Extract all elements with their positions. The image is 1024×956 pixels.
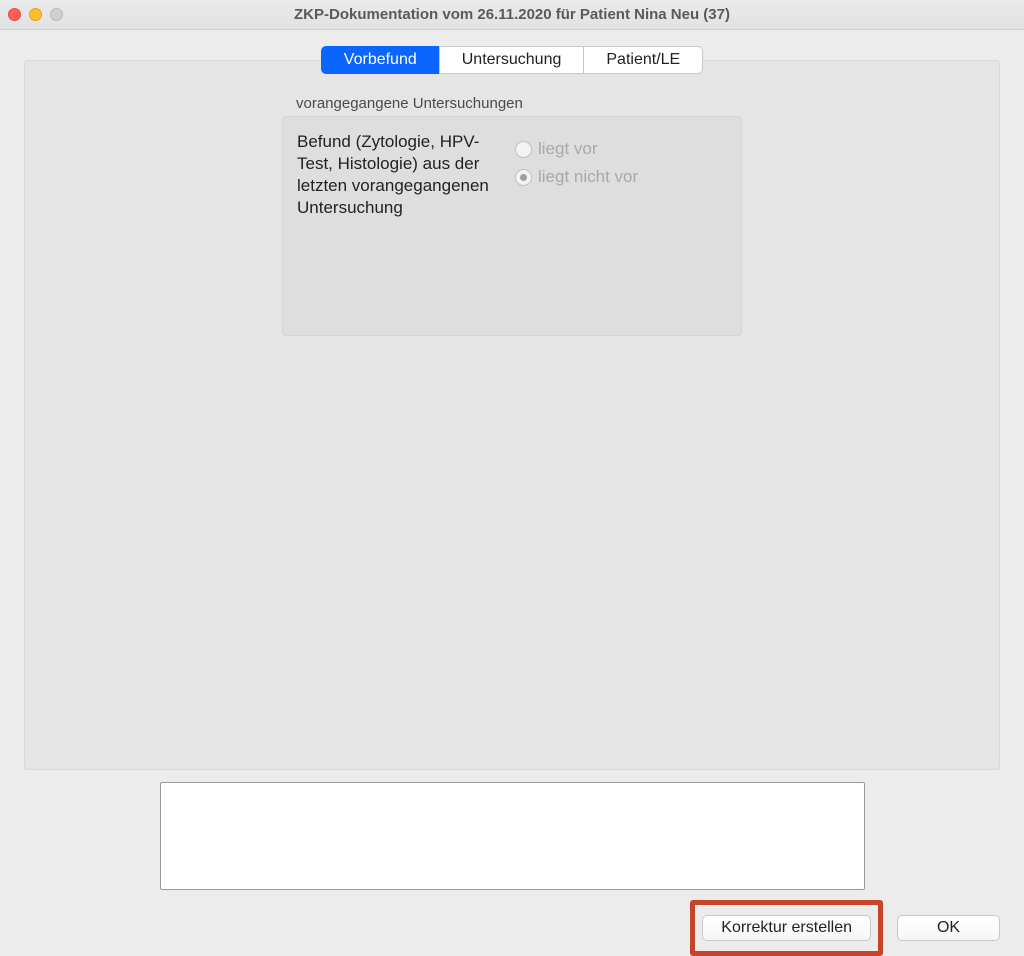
segmented-tabs: Vorbefund Untersuchung Patient/LE	[0, 46, 1024, 74]
form-area: vorangegangene Untersuchungen Befund (Zy…	[282, 91, 742, 336]
radio-liegt-nicht-vor: liegt nicht vor	[515, 163, 727, 191]
tab-untersuchung[interactable]: Untersuchung	[439, 46, 584, 74]
tab-patient-le[interactable]: Patient/LE	[583, 46, 703, 74]
form-label: Befund (Zytologie, HPV-Test, Histologie)…	[297, 131, 507, 321]
window-controls	[8, 8, 63, 21]
radio-label: liegt nicht vor	[538, 167, 638, 187]
note-input[interactable]	[160, 782, 865, 890]
content-panel: vorangegangene Untersuchungen Befund (Zy…	[24, 60, 1000, 770]
close-icon[interactable]	[8, 8, 21, 21]
radio-liegt-vor: liegt vor	[515, 135, 727, 163]
minimize-icon[interactable]	[29, 8, 42, 21]
ok-button[interactable]: OK	[897, 915, 1000, 941]
highlight-frame: Korrektur erstellen	[690, 900, 883, 956]
tab-vorbefund[interactable]: Vorbefund	[321, 46, 439, 74]
korrektur-erstellen-button[interactable]: Korrektur erstellen	[702, 915, 871, 941]
window-titlebar: ZKP-Dokumentation vom 26.11.2020 für Pat…	[0, 0, 1024, 30]
window-title: ZKP-Dokumentation vom 26.11.2020 für Pat…	[0, 6, 1024, 23]
radio-group: liegt vor liegt nicht vor	[515, 131, 727, 321]
form-box: Befund (Zytologie, HPV-Test, Histologie)…	[282, 116, 742, 336]
radio-label: liegt vor	[538, 139, 598, 159]
form-caption: vorangegangene Untersuchungen	[296, 95, 742, 112]
radio-icon	[515, 141, 532, 158]
zoom-icon	[50, 8, 63, 21]
button-row: Korrektur erstellen OK	[0, 900, 1000, 956]
radio-icon	[515, 169, 532, 186]
